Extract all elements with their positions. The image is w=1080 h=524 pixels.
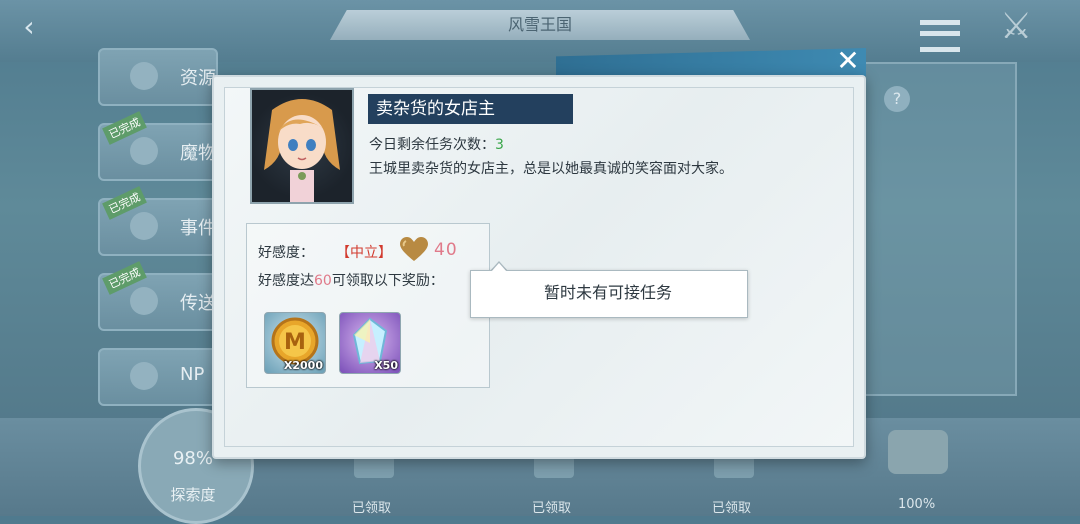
explore-label: 探索度 <box>170 486 216 504</box>
npc-name: 卖杂货的女店主 <box>368 94 573 124</box>
category-label: 魔物 <box>180 143 216 164</box>
chest-icon[interactable] <box>714 456 754 478</box>
chest-icon[interactable] <box>534 456 574 478</box>
remaining-tasks-label: 今日剩余任务次数： <box>369 137 495 153</box>
reward-requirement: 好感度达60可领取以下奖励： <box>258 270 444 290</box>
category-item-resources[interactable]: 资源 <box>98 48 218 106</box>
category-label: 传送 <box>180 293 216 314</box>
menu-icon[interactable] <box>920 20 960 52</box>
category-list: 资源 已完成 魔物 已完成 事件 已完成 传送 NP <box>98 48 218 423</box>
reward-item-coin[interactable]: M X2000 <box>264 312 326 374</box>
reward-threshold: 60 <box>314 273 332 289</box>
back-icon[interactable]: ‹ <box>12 10 46 44</box>
reward-requirement-prefix: 好感度达 <box>258 273 314 289</box>
event-icon <box>130 212 158 240</box>
claimed-label: 已领取 <box>712 501 752 516</box>
chest-icon[interactable] <box>354 456 394 478</box>
monster-icon <box>130 137 158 165</box>
category-label: 事件 <box>180 218 216 239</box>
remaining-tasks-count: 3 <box>495 137 504 153</box>
reward-quantity: X2000 <box>283 359 323 372</box>
npc-icon <box>130 362 158 390</box>
claimed-label: 已领取 <box>352 501 392 516</box>
svg-text:M: M <box>284 330 306 355</box>
final-chest-icon[interactable] <box>888 430 948 474</box>
region-title: 风雪王国 <box>507 15 572 34</box>
favor-status: 【中立】 <box>336 245 392 261</box>
claimed-label: 已领取 <box>532 501 572 516</box>
reward-item-crystal[interactable]: X50 <box>339 312 401 374</box>
npc-description: 王城里卖杂货的女店主，总是以她最真诚的笑容面对大家。 <box>369 161 733 177</box>
category-label: NP <box>180 364 205 385</box>
teleport-icon <box>130 287 158 315</box>
resource-icon <box>130 62 158 90</box>
reward-quantity: X50 <box>374 359 398 372</box>
heart-icon <box>400 237 428 261</box>
npc-portrait <box>250 88 354 204</box>
npc-avatar-image <box>264 99 340 202</box>
category-label: 资源 <box>180 68 216 89</box>
help-icon[interactable]: ? <box>884 86 910 112</box>
final-percent: 100% <box>898 497 936 512</box>
remaining-tasks: 今日剩余任务次数：3 <box>369 134 504 154</box>
category-item-npc[interactable]: NP <box>98 348 218 406</box>
category-item-teleport[interactable]: 已完成 传送 <box>98 261 218 331</box>
no-tasks-tooltip: 暂时未有可接任务 <box>543 283 672 302</box>
close-button[interactable]: ✕ <box>830 45 866 77</box>
favor-value: 40 <box>434 240 458 260</box>
sword-icon[interactable]: ⚔ <box>1000 6 1032 47</box>
detail-panel <box>855 62 1017 396</box>
favor-label: 好感度： <box>258 245 314 261</box>
category-item-events[interactable]: 已完成 事件 <box>98 186 218 256</box>
category-item-monsters[interactable]: 已完成 魔物 <box>98 111 218 181</box>
reward-requirement-suffix: 可领取以下奖励： <box>331 273 444 289</box>
